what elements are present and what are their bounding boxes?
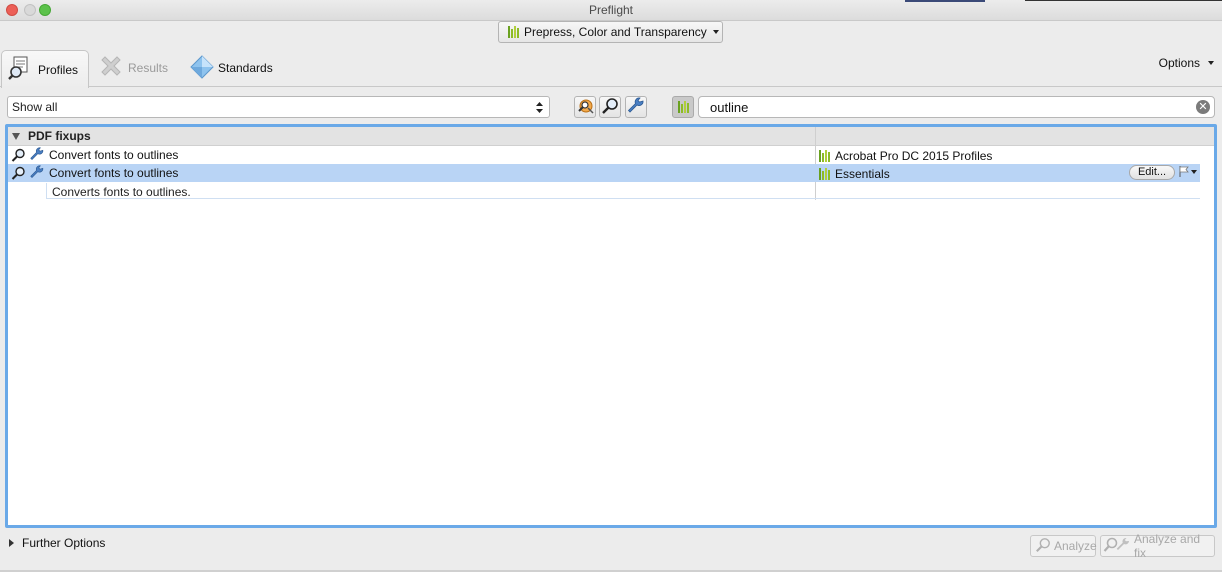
show-filter-select[interactable]: Show all [7,96,550,118]
flag-menu[interactable] [1179,166,1197,177]
special-checks-icon [576,97,594,118]
analyze-and-fix-label: Analyze and fix [1134,532,1201,560]
chevron-updown-icon [536,102,543,116]
bars-icon [819,150,830,162]
library-name: Essentials [835,167,890,181]
chevron-down-icon [712,30,719,34]
background-window-edge [1025,0,1222,1]
clear-search-icon[interactable]: ✕ [1196,100,1210,114]
group-header[interactable]: PDF fixups [8,127,1214,146]
further-options-label: Further Options [22,536,106,550]
profiles-icon [8,55,34,84]
library-name: Acrobat Pro DC 2015 Profiles [835,149,993,163]
options-label: Options [1158,56,1200,70]
fixup-description-text: Converts fonts to outlines. [52,185,191,199]
library-cell: Acrobat Pro DC 2015 Profiles [819,149,992,163]
tab-strip: Profiles Results Standards [0,48,1222,88]
fixup-name: Convert fonts to outlines [49,166,179,180]
chevron-down-icon [1191,169,1197,174]
edit-button[interactable]: Edit... [1129,165,1175,180]
list-item-selected[interactable]: Convert fonts to outlines Essentials Edi… [8,164,1200,182]
select-profiles-button[interactable] [672,96,694,118]
bars-icon [677,101,689,113]
disclosure-triangle-icon[interactable] [12,132,20,140]
select-fixups-button[interactable] [625,96,647,118]
group-title: PDF fixups [28,129,91,143]
list-item[interactable]: Convert fonts to outlines Acrobat Pro DC… [8,146,1200,164]
analyze-fix-icon [1103,537,1131,556]
search-field[interactable]: ✕ [698,96,1215,118]
magnifier-icon [601,97,619,118]
select-single-checks-button[interactable] [574,96,596,118]
tab-profiles-label: Profiles [38,62,79,77]
fixups-list[interactable]: PDF fixups Convert fonts to outlines Acr… [5,124,1217,528]
options-menu[interactable]: Options [1159,56,1214,70]
profile-category-label: Prepress, Color and Transparency [524,25,707,39]
tab-standards[interactable]: Standards [190,50,273,86]
fixup-description: Converts fonts to outlines. [46,183,1200,199]
tab-standards-label: Standards [218,61,273,75]
magnifier-icon [11,166,26,183]
tab-results-label: Results [128,61,169,75]
search-input[interactable] [710,99,1180,115]
fixup-name: Convert fonts to outlines [49,148,179,162]
results-icon [98,54,124,83]
library-cell: Essentials [819,167,890,181]
disclosure-triangle-icon [9,539,14,547]
select-checks-button[interactable] [599,96,621,118]
analyze-button[interactable]: Analyze [1030,535,1097,557]
magnifier-icon [11,148,26,165]
background-window-edge [905,0,985,2]
standards-icon [190,54,214,82]
analyze-and-fix-button[interactable]: Analyze and fix [1100,532,1215,560]
bars-icon [508,26,519,38]
further-options-disclosure[interactable]: Further Options [9,536,105,550]
profile-category-popup[interactable]: Prepress, Color and Transparency [498,21,723,43]
tab-results[interactable]: Results [98,50,168,86]
tab-profiles[interactable]: Profiles [1,50,89,88]
chevron-down-icon [1208,61,1214,65]
flag-icon [1179,166,1189,177]
wrench-icon [29,147,45,165]
analyze-label: Analyze [1054,539,1097,553]
show-filter-value: Show all [12,100,58,114]
magnifier-icon [1035,537,1051,556]
window-title: Preflight [588,3,634,17]
bars-icon [819,168,830,180]
title-bar: Preflight [0,0,1222,21]
wrench-icon [627,97,645,118]
wrench-icon [29,165,45,183]
